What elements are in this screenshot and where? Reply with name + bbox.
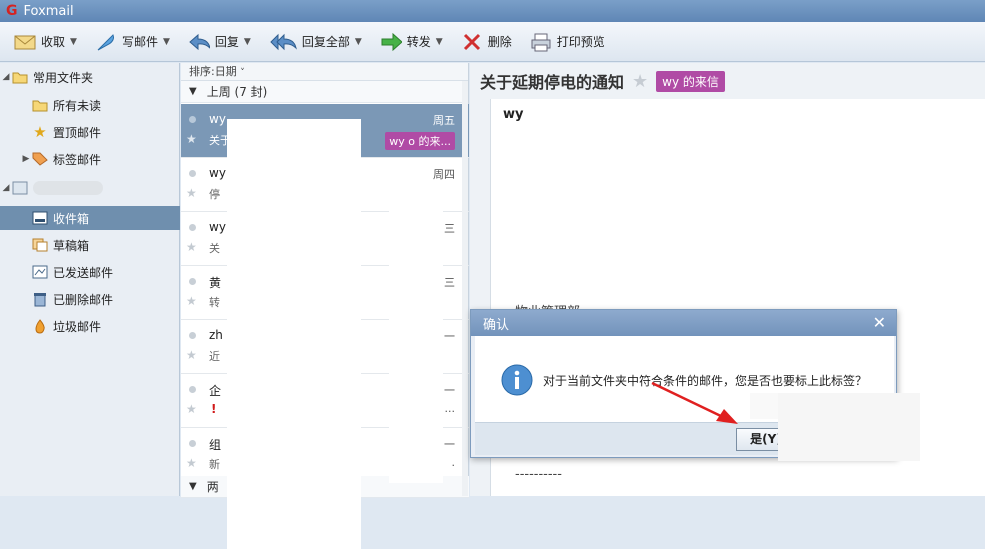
annotation-arrow-icon (651, 381, 738, 424)
